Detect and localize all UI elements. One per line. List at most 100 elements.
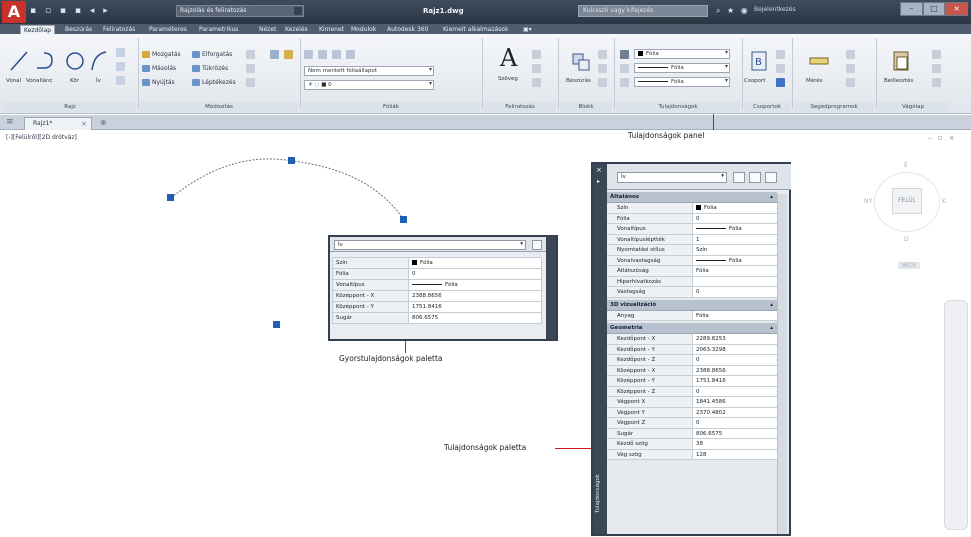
compass-west[interactable]: NY	[864, 198, 872, 205]
property-value[interactable]: 38	[693, 439, 777, 449]
object-type-dropdown[interactable]: Ív	[334, 240, 526, 250]
table-row[interactable]: Szín Fólia	[332, 257, 542, 269]
section-geometry[interactable]: Geometria	[607, 323, 777, 334]
property-value[interactable]: 128	[693, 449, 777, 459]
transparency-icon[interactable]	[620, 78, 629, 87]
table-row[interactable]: Átlátszóság Fólia	[607, 266, 777, 277]
table-row[interactable]: Fólia 0	[332, 268, 542, 280]
section-general[interactable]: Általános	[607, 192, 777, 203]
copy-clip-icon[interactable]	[932, 64, 941, 73]
compass-east[interactable]: K	[942, 198, 946, 205]
table-row[interactable]: Középpont - Y 1751.8416	[607, 376, 777, 387]
property-value[interactable]: 1751.8416	[408, 301, 542, 313]
create-block-icon[interactable]	[598, 50, 607, 59]
attributes-icon[interactable]	[598, 78, 607, 87]
menu-icon[interactable]: ≡	[6, 117, 14, 127]
table-row[interactable]: Középpont - X 2388.8656	[607, 365, 777, 376]
customize-icon[interactable]	[532, 240, 542, 250]
ribbon-minimize-icon[interactable]: ▣▾	[520, 25, 535, 34]
table-tool-icon[interactable]	[532, 78, 541, 87]
search-icon[interactable]: ⌕ ★ ◉	[716, 6, 750, 16]
groups-panel-title[interactable]: Csoportok	[744, 102, 790, 112]
copy-base-icon[interactable]	[932, 78, 941, 87]
table-row[interactable]: Vonaltípusléptték 1	[607, 234, 777, 245]
palette-scrollbar[interactable]	[777, 194, 787, 534]
quick-access-toolbar[interactable]: ▪ ▫ ▪ ▪ ◂ ▸	[30, 6, 111, 16]
property-value[interactable]: Fólia	[693, 203, 777, 213]
circle-icon[interactable]	[64, 48, 86, 74]
table-row[interactable]: Vonaltípus Fólia	[332, 279, 542, 291]
scale-button[interactable]: Léptékezés	[192, 78, 236, 88]
compass-north[interactable]: É	[904, 162, 908, 169]
file-tab[interactable]: Rajz1* ×	[24, 117, 92, 130]
property-value[interactable]: 2063.3298	[693, 344, 777, 354]
tab-manage[interactable]: Kezelés	[282, 25, 311, 34]
tab-parametric-2[interactable]: Parametrikus	[196, 25, 241, 34]
property-value[interactable]: Fólia	[693, 224, 777, 234]
new-tab-icon[interactable]: ⊕	[100, 118, 107, 127]
selected-arc[interactable]	[170, 158, 405, 221]
cut-icon[interactable]	[932, 50, 941, 59]
layer-isolate-icon[interactable]	[318, 50, 327, 59]
fillet-icon[interactable]	[246, 64, 255, 73]
annotation-panel-title[interactable]: Feliratozás	[484, 102, 556, 112]
modify-panel-title[interactable]: Módosítás	[140, 102, 298, 112]
table-row[interactable]: Középpont - Z0	[607, 386, 777, 397]
ungroup-icon[interactable]	[776, 50, 785, 59]
group-icon[interactable]: B	[748, 48, 770, 74]
viewcube[interactable]: FELÜL É D NY K WCS	[864, 158, 950, 278]
color-dropdown[interactable]: Fólia	[634, 49, 730, 59]
table-row[interactable]: Anyag Fólia	[607, 310, 777, 321]
array-icon[interactable]	[246, 78, 255, 87]
table-row[interactable]: Vonaltípus Fólia	[607, 224, 777, 235]
viewcube-face[interactable]: FELÜL	[892, 188, 922, 214]
property-value[interactable]	[693, 276, 777, 286]
property-value[interactable]: 0	[693, 386, 777, 396]
table-row[interactable]: Vég szög 128	[607, 449, 777, 460]
toggle-pickadd-icon[interactable]	[733, 172, 745, 183]
utilities-panel-title[interactable]: Segédprogramok	[794, 102, 874, 112]
property-value[interactable]: Fólia	[408, 279, 542, 291]
tab-featured-apps[interactable]: Kiemelt alkalmazások	[440, 25, 511, 34]
property-value[interactable]: 1841.4586	[693, 397, 777, 407]
group-edit-icon[interactable]	[776, 64, 785, 73]
table-row[interactable]: Fólia 0	[607, 213, 777, 224]
tab-addins[interactable]: Modulok	[348, 25, 379, 34]
match-properties-icon[interactable]	[620, 50, 629, 59]
table-row[interactable]: Végpont Y 2370.4802	[607, 407, 777, 418]
table-row[interactable]: Nyomtatási stílus Szín	[607, 245, 777, 256]
arc-center-grip[interactable]	[273, 321, 280, 328]
property-value[interactable]: 0	[693, 287, 777, 297]
tab-autodesk-360[interactable]: Autodesk 360	[384, 25, 431, 34]
tab-home[interactable]: Kezdőlap	[20, 25, 56, 34]
table-row[interactable]: Kezdőpont - Z0	[607, 355, 777, 366]
property-value[interactable]: 0	[693, 355, 777, 365]
layers-panel-title[interactable]: Fóliák	[302, 102, 480, 112]
property-value[interactable]: 1751.8416	[693, 376, 777, 386]
property-value[interactable]: Fólia	[693, 266, 777, 276]
property-value[interactable]: 2388.8656	[408, 290, 542, 302]
list-icon[interactable]	[620, 64, 629, 73]
linetype-dropdown[interactable]: Fólia	[634, 77, 730, 87]
property-value[interactable]: Fólia	[693, 255, 777, 265]
table-icon[interactable]	[116, 76, 125, 85]
application-menu-button[interactable]: A	[2, 1, 26, 23]
property-value[interactable]: 0	[693, 418, 777, 428]
stretch-button[interactable]: Nyújtás	[142, 78, 175, 88]
table-row[interactable]: Sugár 806.6575	[607, 428, 777, 439]
property-value[interactable]: 1	[693, 234, 777, 244]
layer-state-dropdown[interactable]: Nem mentett fóliaállapot	[304, 66, 434, 76]
palette-menu-icon[interactable]: ▸	[597, 178, 600, 185]
block-panel-title[interactable]: Blokk	[560, 102, 612, 112]
lineweight-dropdown[interactable]: Fólia	[634, 63, 730, 73]
arc-end-grip[interactable]	[400, 216, 407, 223]
property-value[interactable]: 2388.8656	[693, 365, 777, 375]
close-button[interactable]: ×	[945, 2, 969, 16]
copy-button[interactable]: Másolás	[142, 64, 176, 74]
sign-in-button[interactable]: Bejelentkezés	[754, 6, 796, 13]
quick-select-icon[interactable]	[765, 172, 777, 183]
workspace-dropdown[interactable]: Rajzolás és feliratozás	[176, 5, 304, 17]
maximize-button[interactable]: □	[922, 2, 946, 16]
trim-icon[interactable]	[246, 50, 255, 59]
ucs-menu[interactable]: WCS	[898, 262, 920, 269]
